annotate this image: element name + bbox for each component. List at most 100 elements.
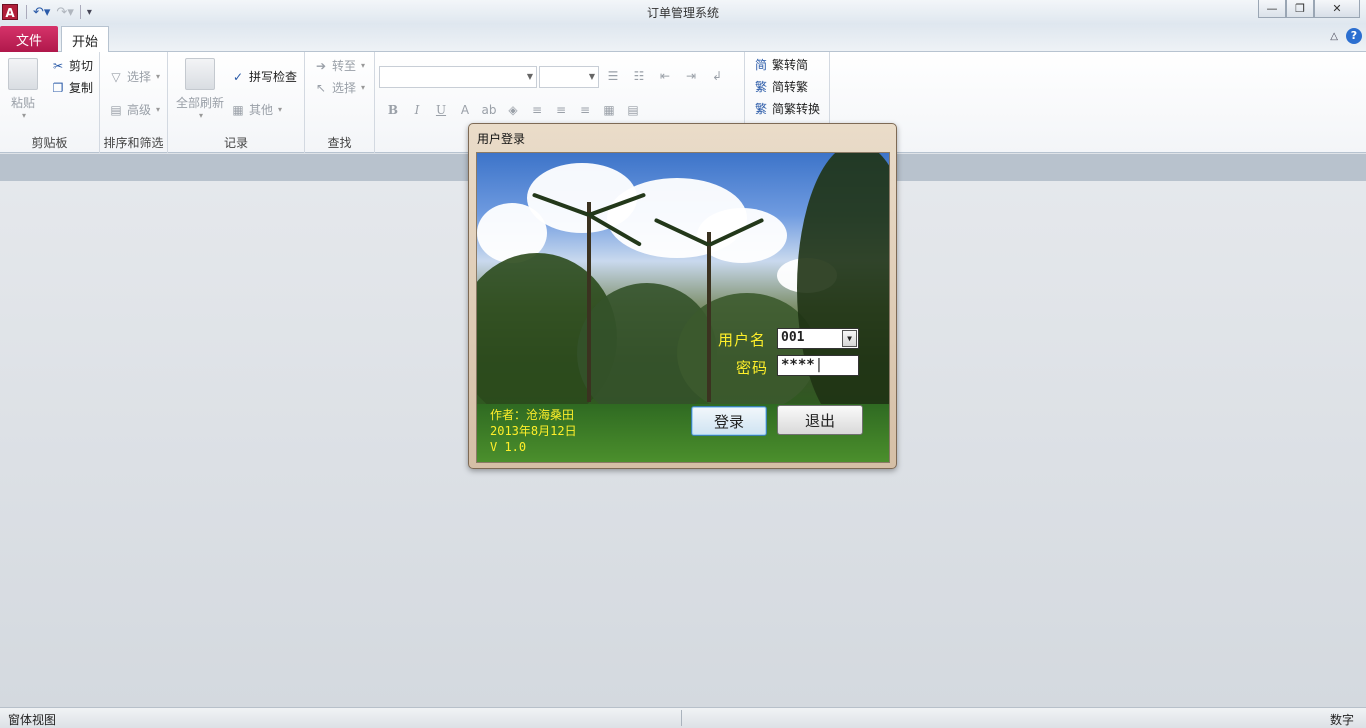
- cut-button[interactable]: ✂ 剪切: [50, 57, 93, 74]
- close-button[interactable]: ✕: [1314, 0, 1360, 18]
- chevron-down-icon: ▾: [361, 83, 366, 92]
- palm-trunk: [587, 202, 591, 402]
- format-buttons: B I U A ab ◈ ≡ ≡ ≡ ▦ ▤: [385, 102, 641, 118]
- help-icon[interactable]: ?: [1346, 28, 1362, 44]
- chevron-down-icon: ▾: [21, 111, 26, 120]
- trad-to-simp-button[interactable]: 简 繁转简: [753, 56, 808, 73]
- records-other-label: 其他: [249, 103, 274, 117]
- password-input[interactable]: ****|: [777, 355, 859, 376]
- chevron-down-icon: ▼: [526, 72, 533, 81]
- date-text: 2013年8月12日: [490, 424, 577, 438]
- convert-both-icon: 繁: [754, 101, 767, 116]
- chevron-down-icon: ▾: [199, 111, 204, 120]
- filter-select-button[interactable]: ▽ 选择 ▾: [108, 68, 160, 85]
- spell-check-icon: ✓: [232, 69, 244, 84]
- increase-indent-icon[interactable]: ⇥: [683, 68, 699, 84]
- status-bar: 窗体视图 数字: [0, 707, 1366, 728]
- foliage-shape: [797, 153, 889, 433]
- group-label-clipboard: 剪贴板: [31, 136, 68, 150]
- italic-icon[interactable]: I: [409, 102, 425, 118]
- customize-qat-icon[interactable]: ▾: [87, 7, 92, 18]
- login-button[interactable]: 登录: [691, 406, 767, 436]
- password-label: 密码: [736, 359, 769, 377]
- password-value: ****: [781, 357, 815, 373]
- ribbon-right-controls: △ ?: [1330, 28, 1362, 44]
- fill-color-icon[interactable]: ◈: [505, 102, 521, 118]
- filter-select-label: 选择: [127, 70, 152, 84]
- status-view-mode: 窗体视图: [8, 713, 57, 727]
- simp-to-trad-label: 简转繁: [772, 80, 809, 94]
- paste-button[interactable]: 粘贴 ▾: [8, 58, 38, 120]
- dialog-background-image: 用户名 001 ▼ 密码 ****| 登录 退出 作者：沧海桑田 2013年8月…: [476, 152, 890, 463]
- bold-icon[interactable]: B: [385, 102, 401, 118]
- goto-button[interactable]: ➔ 转至 ▾: [313, 57, 365, 74]
- alternate-row-color-icon[interactable]: ▤: [625, 102, 641, 118]
- spell-check-button[interactable]: ✓ 拼写检查: [230, 68, 297, 85]
- font-family-combo[interactable]: ▼: [379, 66, 537, 88]
- find-select-button[interactable]: ↖ 选择 ▾: [313, 79, 365, 96]
- align-center-icon[interactable]: ≡: [553, 102, 569, 118]
- qat-separator: [26, 5, 27, 19]
- font-size-combo[interactable]: ▼: [539, 66, 599, 88]
- decrease-indent-icon[interactable]: ⇤: [657, 68, 673, 84]
- records-other-button[interactable]: ▦ 其他 ▾: [230, 101, 282, 118]
- highlight-icon[interactable]: ab: [481, 102, 497, 118]
- paste-label: 粘贴: [10, 96, 35, 110]
- quick-access-toolbar: ↶▾ ↷▾ ▾: [26, 5, 92, 20]
- simp-to-trad-icon: 繁: [754, 79, 767, 94]
- group-sort-filter: ▽ 选择 ▾ ▤ 高级 ▾ 排序和筛选: [100, 52, 168, 153]
- restore-button[interactable]: ❐: [1286, 0, 1314, 18]
- cut-label: 剪切: [69, 59, 94, 73]
- group-label-sort-filter: 排序和筛选: [103, 136, 164, 150]
- advanced-filter-button[interactable]: ▤ 高级 ▾: [108, 101, 160, 118]
- dialog-title: 用户登录: [477, 132, 526, 146]
- author-text: 作者：沧海桑田: [490, 408, 575, 422]
- username-select[interactable]: 001 ▼: [777, 328, 859, 349]
- qat-separator: [79, 5, 81, 19]
- tab-file[interactable]: 文件: [0, 26, 58, 52]
- minimize-ribbon-icon[interactable]: △: [1330, 31, 1338, 42]
- copy-label: 复制: [69, 81, 94, 95]
- refresh-icon: [185, 58, 215, 90]
- login-dialog: 用户登录 用户名 001 ▼ 密码 ****| 登录 退出 作者：沧海桑田 20…: [468, 123, 897, 469]
- window-controls: — ❐ ✕: [1258, 0, 1360, 18]
- simp-to-trad-button[interactable]: 繁 简转繁: [753, 78, 808, 95]
- chevron-down-icon[interactable]: ▼: [842, 330, 857, 347]
- copy-icon: ❐: [52, 80, 64, 95]
- chevron-down-icon: ▾: [156, 72, 161, 81]
- underline-icon[interactable]: U: [433, 102, 449, 118]
- undo-icon[interactable]: ↶▾: [33, 5, 50, 20]
- align-right-icon[interactable]: ≡: [577, 102, 593, 118]
- redo-icon[interactable]: ↷▾: [56, 5, 73, 20]
- align-left-icon[interactable]: ≡: [529, 102, 545, 118]
- title-bar: A ↶▾ ↷▾ ▾ 订单管理系统 — ❐ ✕: [0, 0, 1366, 24]
- exit-button[interactable]: 退出: [777, 405, 863, 435]
- arrow-right-icon: ➔: [315, 58, 327, 73]
- advanced-label: 高级: [127, 103, 152, 117]
- convert-both-label: 简繁转换: [772, 102, 821, 116]
- version-text: V 1.0: [490, 440, 527, 454]
- convert-both-button[interactable]: 繁 简繁转换: [753, 100, 820, 117]
- window-title: 订单管理系统: [646, 6, 719, 20]
- username-value: 001: [781, 330, 805, 345]
- access-app-icon[interactable]: A: [2, 4, 18, 20]
- font-color-icon[interactable]: A: [457, 102, 473, 118]
- refresh-all-button[interactable]: 全部刷新 ▾: [176, 58, 224, 120]
- list-buttons: ☰ ☷ ⇤ ⇥ ↲: [605, 68, 725, 84]
- group-label-records: 记录: [223, 136, 248, 150]
- ribbon-tab-row: 文件 开始 △ ?: [0, 24, 1366, 53]
- group-clipboard: 粘贴 ▾ ✂ 剪切 ❐ 复制 剪贴板: [0, 52, 100, 153]
- paragraph-direction-icon[interactable]: ↲: [709, 68, 725, 84]
- text-caret: |: [814, 357, 824, 373]
- tab-home[interactable]: 开始: [61, 26, 109, 53]
- bullet-list-icon[interactable]: ☰: [605, 68, 621, 84]
- goto-label: 转至: [332, 59, 357, 73]
- chevron-down-icon: ▾: [278, 105, 283, 114]
- advanced-filter-icon: ▤: [110, 102, 122, 117]
- credits-block: 作者：沧海桑田 2013年8月12日 V 1.0: [490, 407, 577, 455]
- copy-button[interactable]: ❐ 复制: [50, 79, 93, 96]
- minimize-button[interactable]: —: [1258, 0, 1286, 18]
- gridlines-icon[interactable]: ▦: [601, 102, 617, 118]
- cursor-icon: ↖: [315, 80, 327, 95]
- numbered-list-icon[interactable]: ☷: [631, 68, 647, 84]
